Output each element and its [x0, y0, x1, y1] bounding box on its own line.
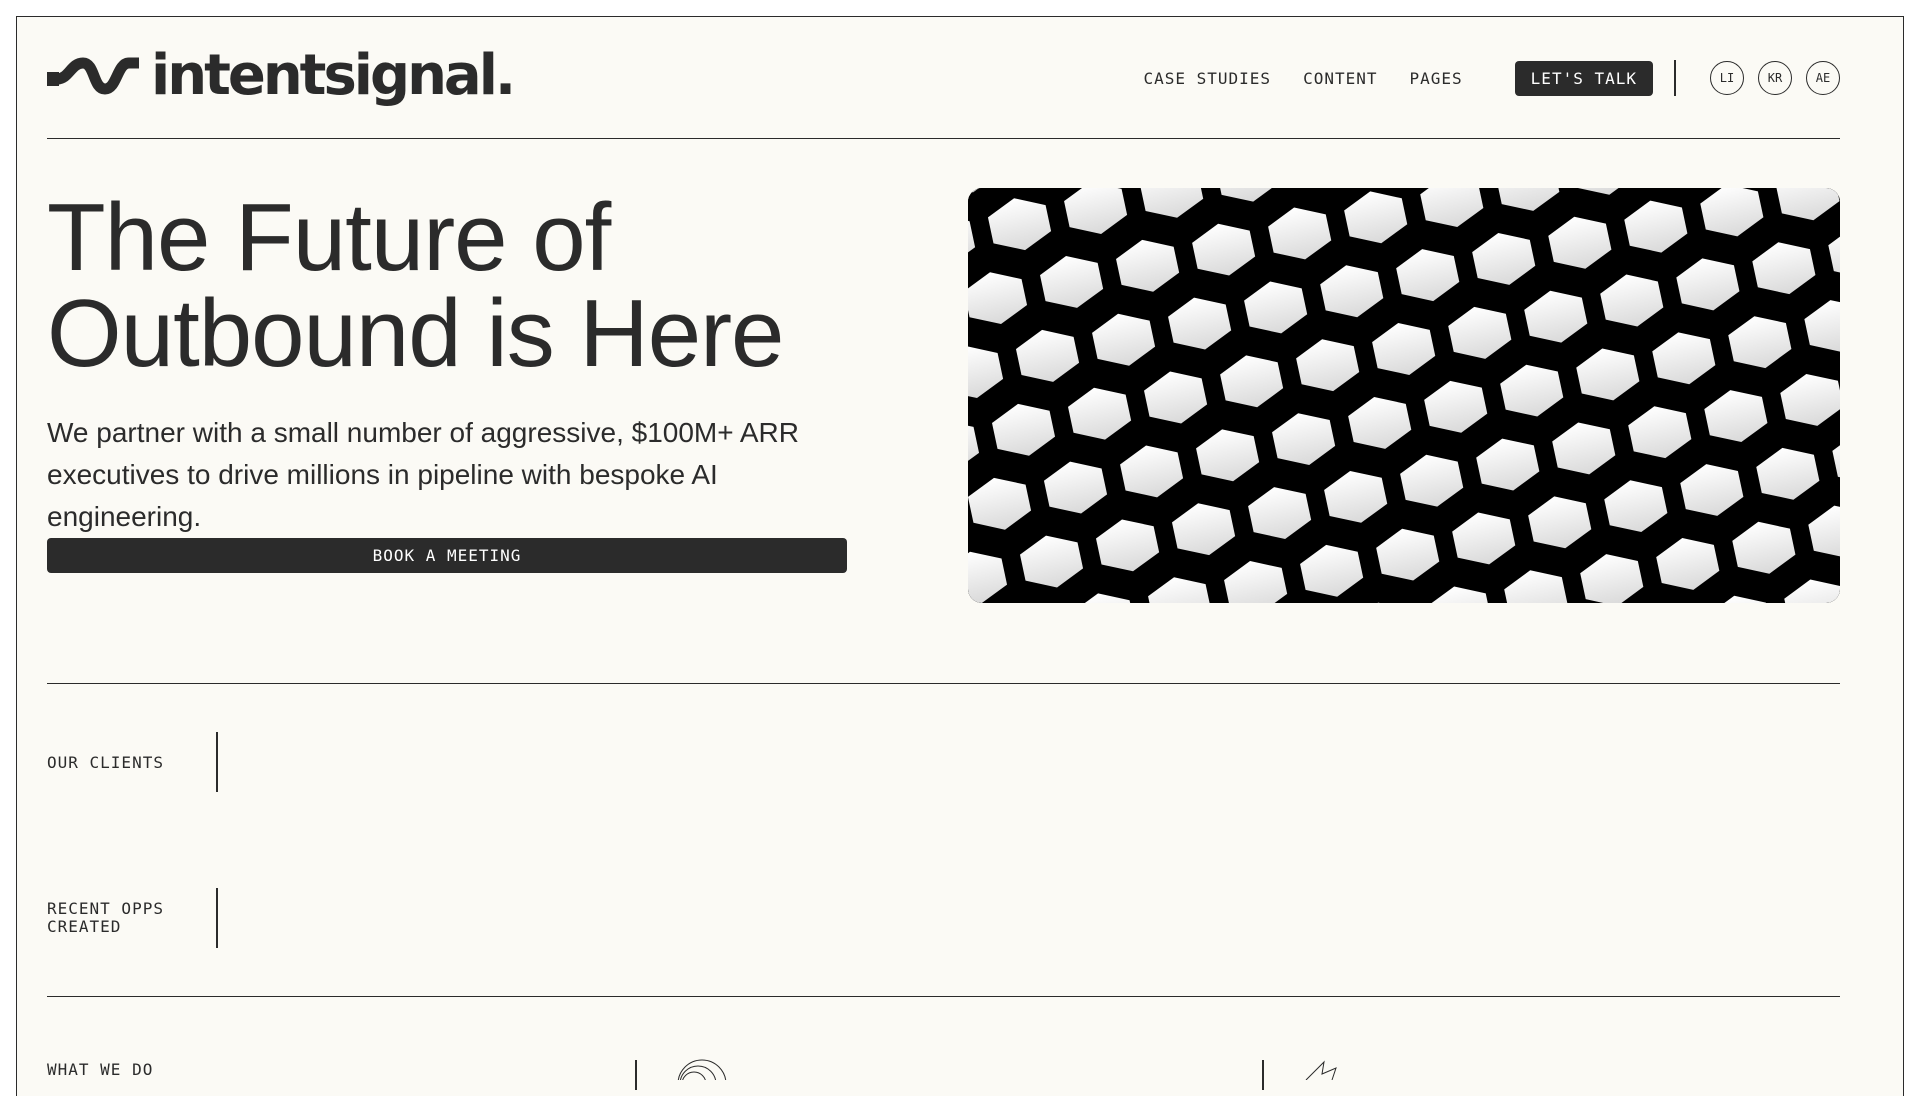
hero-title-line-1: The Future of: [47, 184, 611, 291]
avatar-kr[interactable]: KR: [1758, 61, 1792, 95]
nav-content[interactable]: CONTENT: [1303, 69, 1377, 88]
hero-divider: [47, 683, 1840, 684]
header-divider: [47, 138, 1840, 139]
lets-talk-button[interactable]: LET'S TALK: [1514, 60, 1653, 96]
what-we-do-rule-1: [635, 1060, 637, 1090]
opps-rule: [216, 888, 218, 948]
logo[interactable]: intentsignal.: [47, 43, 516, 108]
hero-subtitle: We partner with a small number of aggres…: [47, 417, 799, 532]
wave-logo-icon: [47, 57, 139, 95]
recent-opps-line-1: RECENT OPPS: [47, 899, 164, 918]
nav-pages[interactable]: PAGES: [1410, 69, 1463, 88]
opps-divider: [47, 996, 1840, 997]
our-clients-label: OUR CLIENTS: [47, 753, 164, 772]
recent-opps-line-2: CREATED: [47, 917, 122, 936]
what-we-do-rule-2: [1262, 1060, 1264, 1090]
site-header: intentsignal. CASE STUDIES CONTENT PAGES…: [47, 30, 1840, 110]
nav-case-studies[interactable]: CASE STUDIES: [1143, 69, 1271, 88]
hexagon-pattern: [968, 188, 1840, 603]
main-nav: CASE STUDIES CONTENT PAGES LET'S TALK LI…: [1143, 60, 1840, 96]
nav-divider: [1674, 60, 1676, 96]
avatar-li[interactable]: LI: [1710, 61, 1744, 95]
avatar-ae[interactable]: AE: [1806, 61, 1840, 95]
hexagon-pattern-image: [968, 188, 1840, 603]
hero-title-line-2: Outbound is Here: [47, 280, 784, 387]
clients-rule: [216, 732, 218, 792]
lightning-icon: [1305, 1060, 1337, 1080]
book-meeting-button[interactable]: BOOK A MEETING: [47, 538, 847, 573]
what-we-do-label: WHAT WE DO: [47, 1060, 154, 1079]
circles-icon: [677, 1059, 727, 1080]
brand-name: intentsignal.: [151, 43, 516, 108]
recent-opps-label: RECENT OPPS CREATED: [47, 900, 164, 936]
hero-title: The Future of Outbound is Here: [47, 190, 784, 382]
